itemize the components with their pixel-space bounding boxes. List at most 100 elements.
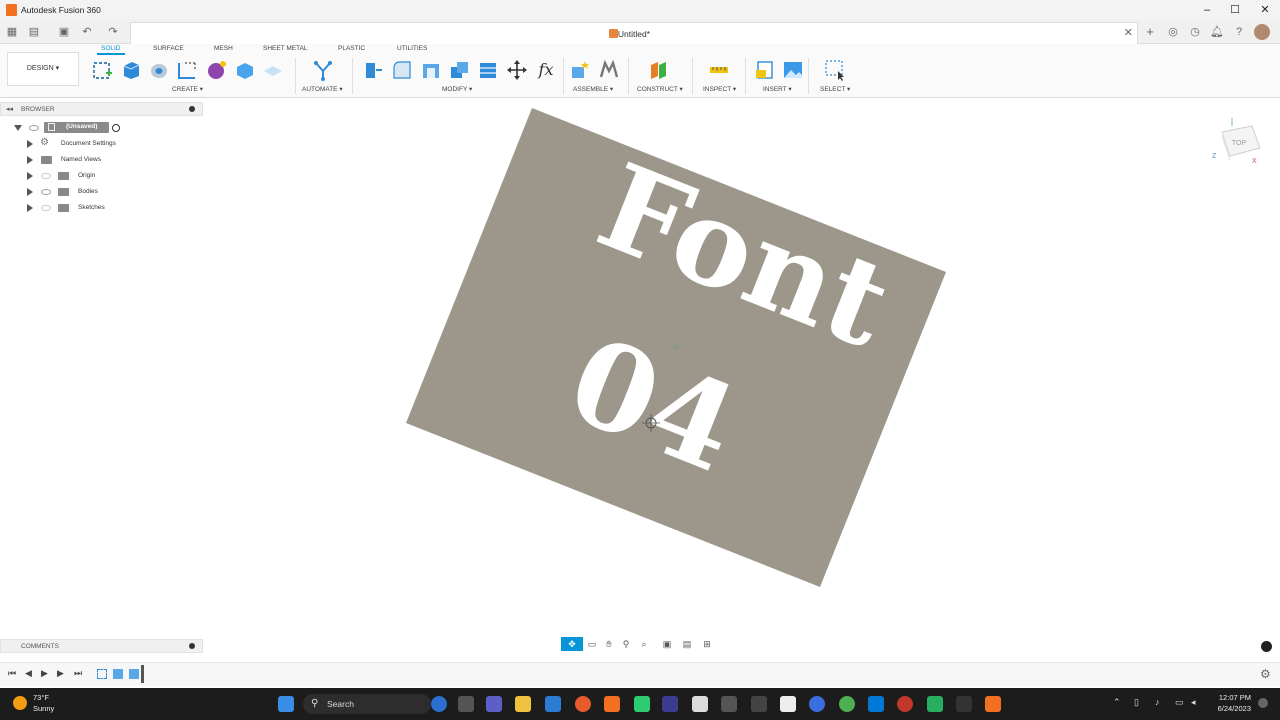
- browser-pin-icon[interactable]: [189, 106, 195, 112]
- new-tab-icon[interactable]: +: [1142, 24, 1158, 40]
- app-icon[interactable]: [897, 696, 913, 712]
- sweep-icon[interactable]: [176, 59, 198, 81]
- maximize-button[interactable]: ☐: [1220, 2, 1250, 18]
- tab-sheet-metal[interactable]: SHEET METAL: [263, 45, 308, 52]
- tab-plastic[interactable]: PLASTIC: [338, 45, 365, 52]
- tab-surface[interactable]: SURFACE: [153, 45, 184, 52]
- comments-pin-icon[interactable]: [189, 643, 195, 649]
- network-icon[interactable]: ▭: [1175, 697, 1184, 708]
- create-group-label[interactable]: CREATE ▾: [172, 85, 203, 93]
- app-icon[interactable]: [927, 696, 943, 712]
- tray-chevron-icon[interactable]: ⌃: [1113, 697, 1121, 708]
- tab-solid[interactable]: SOLID: [97, 45, 124, 55]
- canvas-image-icon[interactable]: [782, 59, 804, 81]
- start-windows-icon[interactable]: [278, 696, 294, 712]
- modify-group-label[interactable]: MODIFY ▾: [442, 85, 472, 93]
- browser-item-bodies[interactable]: Bodies: [0, 185, 203, 199]
- app-icon[interactable]: [721, 696, 737, 712]
- taskbar-search[interactable]: ⚲ Search: [303, 694, 431, 714]
- timeline-prev-icon[interactable]: ◀: [25, 668, 32, 679]
- timeline-extrude-feature-icon[interactable]: [113, 669, 123, 679]
- viewports-icon[interactable]: ⊞: [700, 637, 714, 651]
- tab-utilities[interactable]: UTILITIES: [397, 45, 427, 52]
- inspect-group-label[interactable]: INSPECT ▾: [703, 85, 736, 93]
- tab-mesh[interactable]: MESH: [214, 45, 233, 52]
- joint-icon[interactable]: [598, 59, 620, 81]
- extrude-icon[interactable]: [120, 59, 142, 81]
- revolve-icon[interactable]: [148, 59, 170, 81]
- app-icon[interactable]: [780, 696, 796, 712]
- expand-arrow-icon[interactable]: [27, 188, 33, 196]
- visibility-eye-icon[interactable]: [41, 205, 51, 211]
- timeline-sketch-feature-icon[interactable]: [97, 669, 107, 679]
- file-menu-icon[interactable]: ▤: [26, 24, 42, 40]
- mic-icon[interactable]: ♪: [1155, 697, 1160, 707]
- fusion-active-icon[interactable]: [985, 696, 1001, 712]
- teams-app-icon[interactable]: [486, 696, 502, 712]
- timeline-feature-icon[interactable]: [129, 669, 139, 679]
- select-group-label[interactable]: SELECT ▾: [820, 85, 850, 93]
- expand-arrow-icon[interactable]: [27, 204, 33, 212]
- brave-browser-icon[interactable]: [575, 696, 591, 712]
- new-component-icon[interactable]: [569, 59, 591, 81]
- feedback-icon[interactable]: [1261, 641, 1272, 652]
- expand-arrow-icon[interactable]: [27, 172, 33, 180]
- insert-group-label[interactable]: INSERT ▾: [763, 85, 792, 93]
- create-sketch-icon[interactable]: [92, 59, 114, 81]
- form-icon[interactable]: [205, 59, 227, 81]
- help-icon[interactable]: ?: [1231, 24, 1247, 40]
- minimize-button[interactable]: –: [1192, 2, 1222, 18]
- parameters-fx-icon[interactable]: fx: [535, 59, 557, 81]
- collapse-browser-icon[interactable]: ◂◂: [6, 105, 13, 113]
- weather-widget[interactable]: 73°F Sunny: [33, 692, 54, 714]
- pattern-icon[interactable]: [262, 59, 284, 81]
- orbit-tool-icon[interactable]: ✥: [561, 637, 583, 651]
- close-tab-button[interactable]: ✕: [1124, 26, 1133, 39]
- save-icon[interactable]: ▣: [56, 24, 72, 40]
- extensions-icon[interactable]: ◎: [1165, 24, 1181, 40]
- 3d-viewport[interactable]: Font 04 TOP Z X: [203, 98, 1280, 658]
- offset-plane-icon[interactable]: [648, 59, 670, 81]
- construct-group-label[interactable]: CONSTRUCT ▾: [637, 85, 683, 93]
- file-explorer-icon[interactable]: [515, 696, 531, 712]
- notifications-icon[interactable]: 🔔︎: [1209, 24, 1225, 40]
- task-view-icon[interactable]: [458, 696, 474, 712]
- browser-panel-header[interactable]: ◂◂ BROWSER: [0, 102, 203, 116]
- timeline-marker[interactable]: [141, 665, 144, 683]
- browser-app-icon[interactable]: [431, 696, 447, 712]
- browser-root-row[interactable]: (Unsaved): [0, 121, 203, 135]
- undo-icon[interactable]: ↶: [79, 24, 95, 40]
- app-icon[interactable]: [662, 696, 678, 712]
- box-icon[interactable]: [234, 59, 256, 81]
- grid-menu-icon[interactable]: ▦: [4, 24, 20, 40]
- user-avatar[interactable]: [1254, 24, 1270, 40]
- app-icon[interactable]: [809, 696, 825, 712]
- close-window-button[interactable]: ✕: [1250, 2, 1280, 18]
- browser-item-sketches[interactable]: Sketches: [0, 201, 203, 215]
- zoom-icon[interactable]: ⚲: [619, 637, 633, 651]
- fusion-taskbar-icon[interactable]: [604, 696, 620, 712]
- redo-icon[interactable]: ↷: [105, 24, 121, 40]
- automate-icon[interactable]: [312, 59, 334, 81]
- job-status-icon[interactable]: ◷: [1187, 24, 1203, 40]
- visibility-eye-icon[interactable]: [41, 189, 51, 195]
- workspace-switcher[interactable]: DESIGN ▾: [7, 52, 79, 86]
- grid-settings-icon[interactable]: ▤: [680, 637, 694, 651]
- document-tab[interactable]: Untitled* ✕: [130, 22, 1138, 44]
- viewcube[interactable]: TOP Z X: [1212, 118, 1261, 165]
- green-app-icon[interactable]: [634, 696, 650, 712]
- display-settings-icon[interactable]: ▣: [660, 637, 674, 651]
- timeline-next-icon[interactable]: ▶: [57, 668, 64, 679]
- timeline-first-icon[interactable]: ⏮: [8, 668, 16, 679]
- app-icon[interactable]: [956, 696, 972, 712]
- insert-derive-icon[interactable]: [753, 59, 775, 81]
- select-icon[interactable]: [824, 59, 846, 81]
- volume-icon[interactable]: ◂: [1191, 697, 1196, 708]
- zoom-window-icon[interactable]: ⌕: [637, 637, 651, 651]
- visibility-eye-icon[interactable]: [29, 125, 39, 131]
- activate-radio-icon[interactable]: [112, 124, 120, 132]
- chrome-icon[interactable]: [839, 696, 855, 712]
- timeline-settings-gear-icon[interactable]: ⚙: [1260, 667, 1271, 681]
- split-body-icon[interactable]: [477, 59, 499, 81]
- shell-icon[interactable]: [420, 59, 442, 81]
